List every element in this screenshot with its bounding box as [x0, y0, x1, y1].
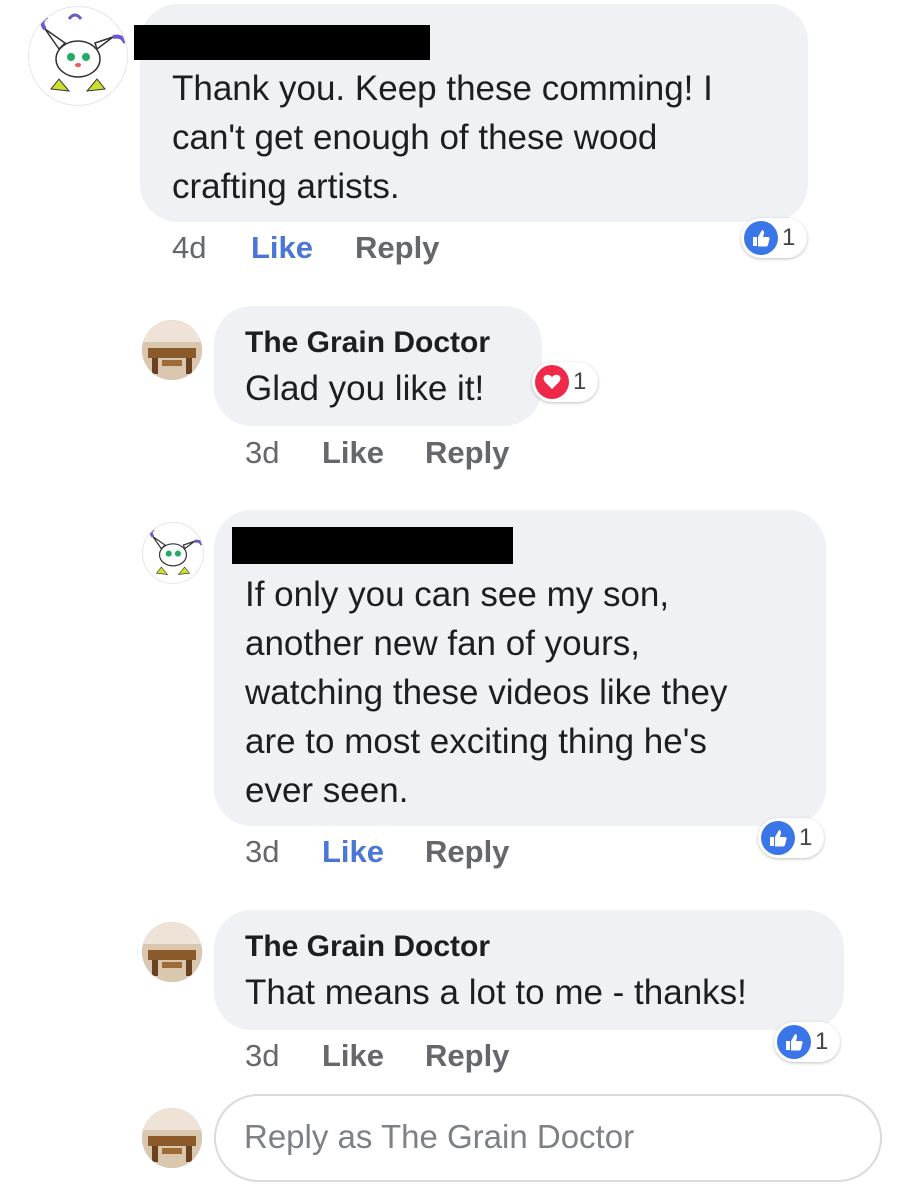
thumbs-up-icon: [744, 221, 778, 255]
avatar[interactable]: [142, 922, 202, 982]
redacted-author: [134, 25, 430, 60]
reply-placeholder: Reply as The Grain Doctor: [244, 1118, 635, 1155]
reaction-badge[interactable]: 1: [758, 818, 824, 858]
avatar[interactable]: [28, 6, 128, 106]
reply-button[interactable]: Reply: [425, 435, 509, 471]
avatar[interactable]: [142, 522, 204, 584]
reply-button[interactable]: Reply: [425, 834, 509, 870]
composer-avatar: [142, 1108, 202, 1168]
comment-author[interactable]: The Grain Doctor: [245, 930, 490, 964]
timestamp: 3d: [245, 834, 280, 869]
reply-button[interactable]: Reply: [355, 230, 439, 266]
comment-text: Thank you. Keep these comming! I can't g…: [172, 69, 713, 206]
timestamp: 3d: [245, 1038, 280, 1073]
reaction-badge[interactable]: 1: [532, 362, 598, 402]
timestamp: 3d: [245, 435, 280, 470]
comment-author[interactable]: The Grain Doctor: [245, 326, 490, 360]
timestamp: 4d: [172, 230, 207, 265]
comment-text: If only you can see my son, another new …: [245, 575, 728, 810]
like-button[interactable]: Like: [322, 1038, 384, 1074]
comment-text: That means a lot to me - thanks!: [245, 973, 747, 1012]
like-button[interactable]: Like: [322, 435, 384, 471]
like-button[interactable]: Like: [251, 230, 313, 266]
reaction-count: 1: [782, 224, 796, 251]
reaction-count: 1: [815, 1028, 829, 1055]
comment-text: Glad you like it!: [245, 369, 485, 408]
reaction-badge[interactable]: 1: [774, 1022, 840, 1062]
like-button[interactable]: Like: [322, 834, 384, 870]
redacted-author: [232, 527, 513, 564]
reaction-badge[interactable]: 1: [741, 218, 807, 258]
reply-button[interactable]: Reply: [425, 1038, 509, 1074]
thumbs-up-icon: [761, 821, 795, 855]
reaction-count: 1: [799, 824, 813, 851]
avatar[interactable]: [142, 320, 202, 380]
reply-input[interactable]: Reply as The Grain Doctor: [214, 1094, 882, 1182]
thumbs-up-icon: [777, 1025, 811, 1059]
heart-icon: [535, 365, 569, 399]
reaction-count: 1: [573, 368, 587, 395]
